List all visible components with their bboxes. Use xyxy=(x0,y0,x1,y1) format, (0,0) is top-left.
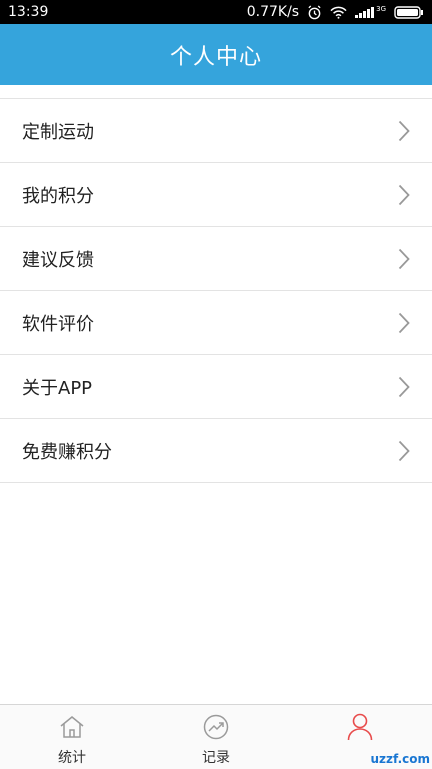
network-type: 3G xyxy=(376,5,386,13)
menu-item-label: 关于APP xyxy=(22,377,93,399)
battery-icon xyxy=(394,5,424,19)
chevron-right-icon xyxy=(398,184,410,206)
chevron-right-icon xyxy=(398,376,410,398)
chevron-right-icon xyxy=(398,248,410,270)
list-top-spacer xyxy=(0,85,432,99)
menu-item-label: 软件评价 xyxy=(22,313,94,335)
menu-item-custom-exercise[interactable]: 定制运动 xyxy=(0,99,432,163)
menu-item-rate-app[interactable]: 软件评价 xyxy=(0,291,432,355)
page-title: 个人中心 xyxy=(169,44,262,70)
tab-label: 记录 xyxy=(202,750,230,766)
tab-statistics[interactable]: 统计 xyxy=(0,705,144,769)
menu-item-label: 建议反馈 xyxy=(22,249,94,271)
chevron-right-icon xyxy=(398,120,410,142)
watermark: uzzf.com xyxy=(370,752,431,766)
alarm-icon xyxy=(307,4,322,20)
chevron-right-icon xyxy=(398,312,410,334)
home-icon xyxy=(59,713,85,741)
signal-icon: 3G xyxy=(355,6,386,18)
status-time: 13:39 xyxy=(8,4,49,20)
menu-item-label: 定制运动 xyxy=(22,121,94,143)
menu-item-label: 免费赚积分 xyxy=(22,441,112,463)
menu-item-feedback[interactable]: 建议反馈 xyxy=(0,227,432,291)
status-icons: 0.77K/s 3G xyxy=(247,4,424,20)
status-bar: 13:39 0.77K/s 3G xyxy=(0,0,432,24)
menu-item-my-points[interactable]: 我的积分 xyxy=(0,163,432,227)
chevron-right-icon xyxy=(398,440,410,462)
header-bar: 个人中心 xyxy=(0,24,432,85)
menu-item-about-app[interactable]: 关于APP xyxy=(0,355,432,419)
tab-label: 统计 xyxy=(58,750,86,766)
menu-list: 定制运动 我的积分 建议反馈 软件评价 关于APP 免费赚积分 xyxy=(0,85,432,705)
bottom-tab-bar: 统计 记录 xyxy=(0,704,432,769)
network-speed: 0.77K/s xyxy=(246,4,300,20)
menu-item-label: 我的积分 xyxy=(22,185,94,207)
tab-records[interactable]: 记录 xyxy=(144,705,288,769)
trend-chart-icon xyxy=(203,713,229,741)
menu-item-earn-points[interactable]: 免费赚积分 xyxy=(0,419,432,483)
user-icon xyxy=(347,713,373,741)
wifi-icon xyxy=(330,6,347,19)
